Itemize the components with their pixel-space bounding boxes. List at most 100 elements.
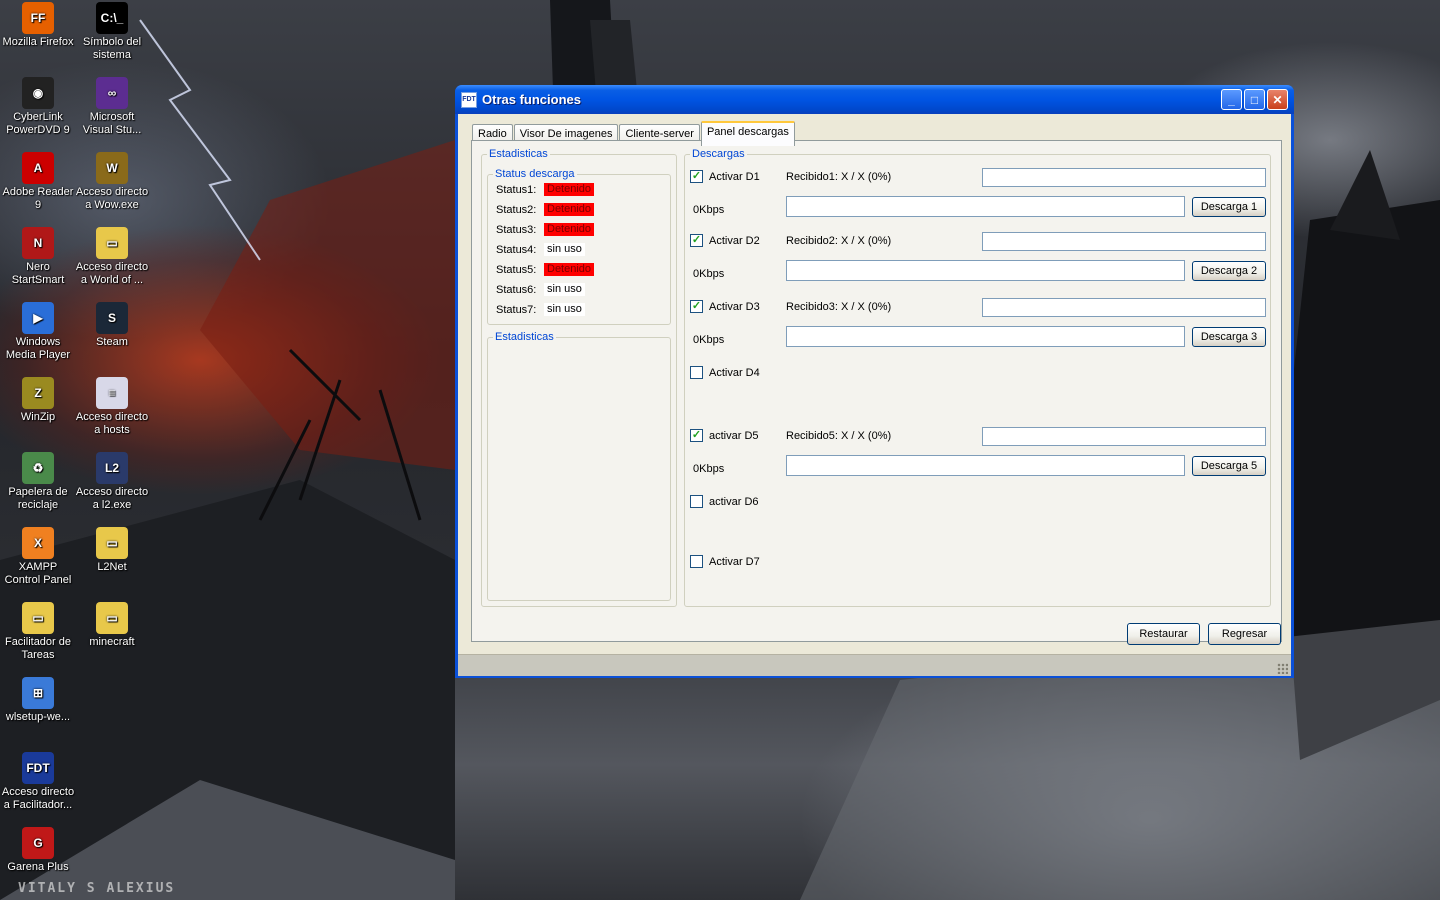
- status-value: Detenido: [544, 203, 595, 216]
- desktop-icon-label: minecraft: [89, 636, 135, 648]
- desktop-icon-image: X: [22, 527, 54, 559]
- desktop-icon[interactable]: C:\_ Símbolo del sistema: [74, 2, 150, 62]
- activar-d6-checkbox[interactable]: activar D6: [690, 495, 759, 508]
- desktop-icon[interactable]: ▭ Facilitador de Tareas: [0, 602, 76, 662]
- desktop-icon-glyph: S: [107, 310, 116, 325]
- desktop-icon[interactable]: ⊞ wlsetup-we...: [0, 677, 76, 724]
- status-descarga-group: Status descarga Status1: Detenido Status2:…: [487, 168, 671, 325]
- status-label: Status6:: [496, 283, 537, 296]
- window-statusbar: [458, 654, 1291, 676]
- desktop-icon-label: Papelera de reciclaje: [8, 486, 68, 511]
- desktop-icon-label: XAMPP Control Panel: [4, 561, 72, 586]
- resize-grip-icon[interactable]: [1277, 663, 1288, 674]
- minimize-button[interactable]: _: [1221, 89, 1242, 110]
- desktop-icon-image: ▶: [22, 302, 54, 334]
- desktop-icon-glyph: ▭: [32, 610, 44, 625]
- desktop-icon-label: Acceso directo a World of ...: [75, 261, 149, 286]
- desktop-icon-image: L2: [96, 452, 128, 484]
- otras-funciones-window: FDT Otras funciones _ □ ✕ Radio Visor De…: [455, 85, 1294, 678]
- activar-d1-checkbox[interactable]: ✓ Activar D1: [690, 170, 760, 183]
- desktop-icon[interactable]: W Acceso directo a Wow.exe: [74, 152, 150, 212]
- desktop-icon[interactable]: ▶ Windows Media Player: [0, 302, 76, 362]
- estadisticas-group: Estadisticas Status descarga Status1: Det…: [481, 148, 677, 607]
- desktop-icon[interactable]: X XAMPP Control Panel: [0, 527, 76, 587]
- desktop-icon-image: ♻: [22, 452, 54, 484]
- desktop-icon[interactable]: S Steam: [74, 302, 150, 349]
- status-row: Status1: Detenido: [496, 183, 595, 196]
- panel-descargas: Estadisticas Status descarga Status1: Det…: [471, 140, 1282, 642]
- window-titlebar[interactable]: FDT Otras funciones _ □ ✕: [455, 85, 1294, 114]
- regresar-button[interactable]: Regresar: [1208, 623, 1281, 645]
- status-label: Status2:: [496, 203, 537, 216]
- recibido-field[interactable]: [982, 427, 1266, 446]
- status-row: Status5: Detenido: [496, 263, 595, 276]
- desktop-icon-label: WinZip: [20, 411, 56, 423]
- descarga-button[interactable]: Descarga 2: [1192, 261, 1266, 281]
- tab-panel-descargas[interactable]: Panel descargas: [700, 121, 795, 146]
- desktop-icon-glyph: ▶: [33, 310, 43, 325]
- desktop-icon-glyph: ⊞: [32, 685, 44, 700]
- desktop-icon[interactable]: ▭ L2Net: [74, 527, 150, 574]
- desktop-icon-image: N: [22, 227, 54, 259]
- desktop-icon-image: ∞: [96, 77, 128, 109]
- download-progress-bar: [786, 326, 1185, 347]
- desktop-icon-image: ◉: [22, 77, 54, 109]
- status-label: Status3:: [496, 223, 537, 236]
- desktop-icon-glyph: FDT: [26, 760, 50, 775]
- desktop-icon-image: ▭: [22, 602, 54, 634]
- desktop-icon-label: Acceso directo a hosts: [75, 411, 149, 436]
- desktop-icon-label: Acceso directo a Facilitador...: [1, 786, 75, 811]
- recibido-field[interactable]: [982, 168, 1266, 187]
- activar-d4-checkbox[interactable]: Activar D4: [690, 366, 760, 379]
- desktop-icon[interactable]: N Nero StartSmart: [0, 227, 76, 287]
- status-value: Detenido: [544, 183, 595, 196]
- checkbox-icon: [690, 555, 703, 568]
- desktop-icon[interactable]: ▭ minecraft: [74, 602, 150, 649]
- desktop-icon[interactable]: FF Mozilla Firefox: [0, 2, 76, 49]
- activar-d3-checkbox[interactable]: ✓ Activar D3: [690, 300, 760, 313]
- descarga-button[interactable]: Descarga 5: [1192, 456, 1266, 476]
- desktop-icon[interactable]: A Adobe Reader 9: [0, 152, 76, 212]
- inner-estadisticas-group: Estadisticas: [487, 331, 671, 601]
- desktop-icon-label: L2Net: [97, 561, 127, 573]
- activar-d2-checkbox[interactable]: ✓ Activar D2: [690, 234, 760, 247]
- status-label: Status1:: [496, 183, 537, 196]
- descarga-button[interactable]: Descarga 3: [1192, 327, 1266, 347]
- desktop-icon[interactable]: G Garena Plus: [0, 827, 76, 874]
- desktop-icon[interactable]: L2 Acceso directo a l2.exe: [74, 452, 150, 512]
- desktop-icon-glyph: ≡: [108, 385, 116, 400]
- close-icon: ✕: [1272, 92, 1283, 107]
- checkbox-label: Activar D4: [709, 366, 760, 379]
- desktop-icon-label: CyberLink PowerDVD 9: [6, 111, 70, 136]
- checkmark-icon: ✓: [690, 429, 703, 442]
- desktop-icon-glyph: C:\_: [100, 10, 124, 25]
- desktop-icon-glyph: ▭: [106, 610, 118, 625]
- desktop-icon[interactable]: ▭ Acceso directo a World of ...: [74, 227, 150, 287]
- desktop-icon-label: Steam: [96, 336, 128, 348]
- descarga-button[interactable]: Descarga 1: [1192, 197, 1266, 217]
- fdt-app-icon: FDT: [461, 91, 477, 108]
- recibido-field[interactable]: [982, 232, 1266, 251]
- window-title: Otras funciones: [482, 92, 581, 107]
- maximize-button[interactable]: □: [1244, 89, 1265, 110]
- desktop-icon-glyph: X: [33, 535, 42, 550]
- desktop-icon-glyph: ▭: [106, 235, 118, 250]
- desktop-icon[interactable]: Z WinZip: [0, 377, 76, 424]
- status-row: Status3: Detenido: [496, 223, 595, 236]
- desktop-icon-glyph: G: [33, 835, 43, 850]
- checkmark-icon: ✓: [690, 234, 703, 247]
- desktop-icon[interactable]: FDT Acceso directo a Facilitador...: [0, 752, 76, 812]
- close-button[interactable]: ✕: [1267, 89, 1288, 110]
- desktop-icon[interactable]: ≡ Acceso directo a hosts: [74, 377, 150, 437]
- desktop-icon[interactable]: ♻ Papelera de reciclaje: [0, 452, 76, 512]
- desktop-icon-label: Garena Plus: [7, 861, 69, 873]
- activar-d5-checkbox[interactable]: ✓ activar D5: [690, 429, 759, 442]
- restaurar-button[interactable]: Restaurar: [1127, 623, 1200, 645]
- desktop-icon-image: C:\_: [96, 2, 128, 34]
- desktop-icon-glyph: L2: [104, 460, 119, 475]
- desktop-icon[interactable]: ∞ Microsoft Visual Stu...: [74, 77, 150, 137]
- desktop-icon[interactable]: ◉ CyberLink PowerDVD 9: [0, 77, 76, 137]
- desktop-icon-label: Windows Media Player: [5, 336, 71, 361]
- recibido-field[interactable]: [982, 298, 1266, 317]
- activar-d7-checkbox[interactable]: Activar D7: [690, 555, 760, 568]
